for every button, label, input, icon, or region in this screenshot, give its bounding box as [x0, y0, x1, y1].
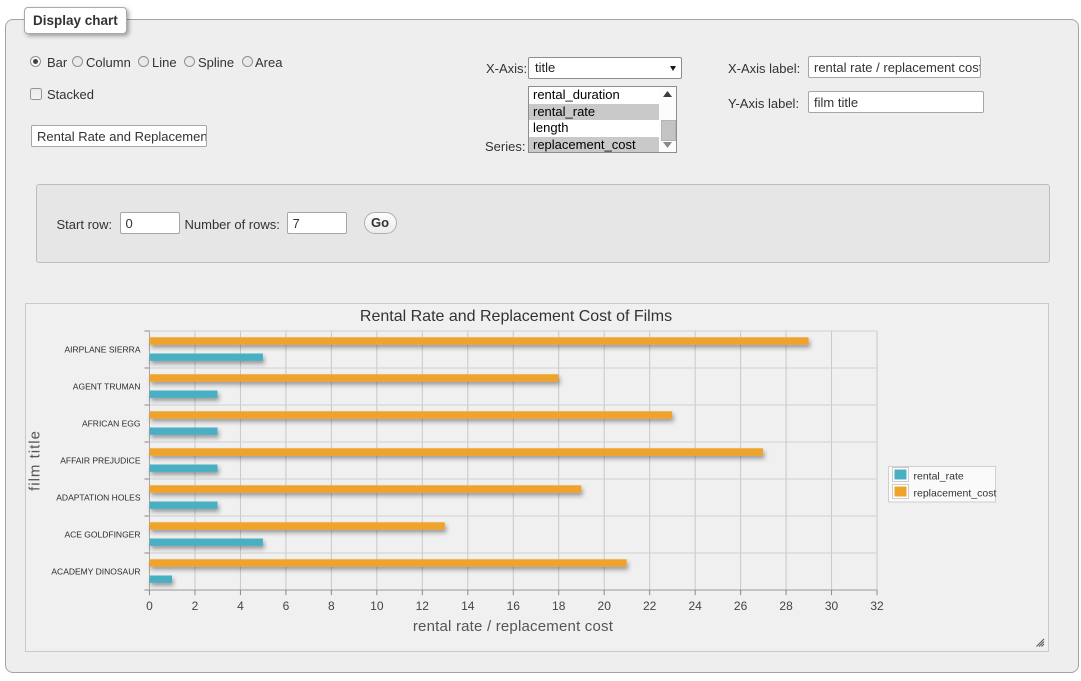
svg-text:AFRICAN EGG: AFRICAN EGG: [81, 419, 140, 429]
svg-text:16: 16: [506, 599, 520, 613]
svg-text:6: 6: [282, 599, 289, 613]
svg-text:22: 22: [642, 599, 656, 613]
svg-text:0: 0: [146, 599, 153, 613]
svg-text:AFFAIR PREJUDICE: AFFAIR PREJUDICE: [60, 456, 141, 466]
svg-text:28: 28: [779, 599, 793, 613]
svg-text:24: 24: [688, 599, 702, 613]
svg-text:30: 30: [824, 599, 838, 613]
svg-text:ACADEMY DINOSAUR: ACADEMY DINOSAUR: [51, 567, 140, 577]
svg-text:replacement_cost: replacement_cost: [913, 488, 996, 500]
svg-text:ACE GOLDFINGER: ACE GOLDFINGER: [64, 530, 140, 540]
svg-text:32: 32: [870, 599, 884, 613]
svg-text:rental_rate: rental_rate: [913, 471, 963, 483]
svg-text:8: 8: [328, 599, 335, 613]
svg-text:2: 2: [191, 599, 198, 613]
svg-text:26: 26: [733, 599, 747, 613]
svg-text:Rental Rate and Replacement Co: Rental Rate and Replacement Cost of Film…: [359, 308, 671, 325]
svg-text:AIRPLANE SIERRA: AIRPLANE SIERRA: [64, 345, 140, 355]
svg-text:10: 10: [370, 599, 384, 613]
svg-text:rental rate / replacement cost: rental rate / replacement cost: [412, 618, 613, 635]
svg-text:12: 12: [415, 599, 429, 613]
svg-text:4: 4: [237, 599, 244, 613]
svg-text:film title: film title: [26, 430, 43, 491]
svg-text:ADAPTATION HOLES: ADAPTATION HOLES: [56, 493, 141, 503]
svg-text:20: 20: [597, 599, 611, 613]
svg-text:AGENT TRUMAN: AGENT TRUMAN: [72, 382, 140, 392]
svg-text:14: 14: [461, 599, 475, 613]
svg-text:18: 18: [552, 599, 566, 613]
